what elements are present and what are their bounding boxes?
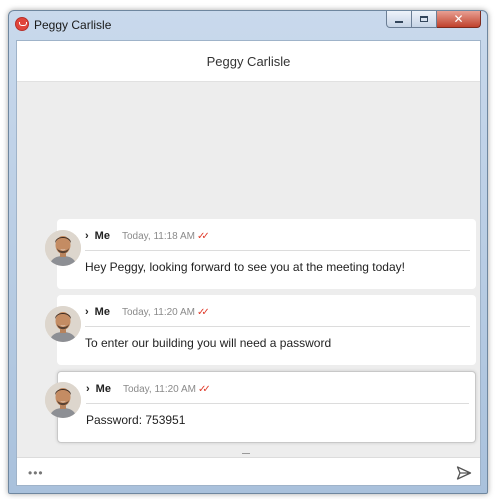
message-sender: Me <box>94 306 110 318</box>
message-divider <box>86 403 469 404</box>
message-sender: Me <box>94 230 110 242</box>
avatar-photo <box>45 230 81 266</box>
chevron-right-icon[interactable]: › <box>85 230 89 242</box>
message-time: Today, 11:18 AM <box>121 230 195 242</box>
avatar[interactable] <box>45 230 81 266</box>
message-divider <box>85 326 470 327</box>
chat-title: Peggy Carlisle <box>206 53 291 69</box>
read-double-check-icon: ✓✓ <box>196 306 210 318</box>
message-time: Today, 11:20 AM <box>121 306 195 318</box>
minimize-button[interactable] <box>386 11 412 28</box>
message-composer[interactable]: ••• <box>17 457 480 485</box>
message-header: › Me Today, 11:18 AM ✓✓ <box>85 228 470 244</box>
read-double-check-icon: ✓✓ <box>197 383 211 395</box>
read-double-check-icon: ✓✓ <box>196 230 210 242</box>
avatar-photo <box>45 382 81 418</box>
app-window: Peggy Carlisle ✕ Peggy Carlisle › Me Tod… <box>8 10 488 494</box>
maximize-icon <box>420 16 428 22</box>
avatar[interactable] <box>45 382 81 418</box>
title-bar[interactable]: Peggy Carlisle ✕ <box>9 11 487 41</box>
maximize-button[interactable] <box>412 11 437 28</box>
chevron-right-icon[interactable]: › <box>86 383 90 395</box>
window-controls: ✕ <box>386 11 481 29</box>
message-bubble[interactable]: › Me Today, 11:18 AM ✓✓ Hey Peggy, looki… <box>57 219 476 289</box>
message-text: To enter our building you will need a pa… <box>85 336 332 350</box>
message-text: Password: 753951 <box>86 413 186 427</box>
avatar-photo <box>45 306 81 342</box>
close-icon: ✕ <box>453 12 464 26</box>
send-icon[interactable] <box>456 465 472 481</box>
window-title: Peggy Carlisle <box>34 18 112 32</box>
app-logo-icon <box>15 17 29 31</box>
chat-panel: Peggy Carlisle › Me Today, 11:18 AM ✓✓ H… <box>16 40 481 486</box>
message-header: › Me Today, 11:20 AM ✓✓ <box>86 381 469 397</box>
avatar[interactable] <box>45 306 81 342</box>
chat-header: Peggy Carlisle <box>17 41 480 82</box>
message-header: › Me Today, 11:20 AM ✓✓ <box>85 304 470 320</box>
message-text: Hey Peggy, looking forward to see you at… <box>85 260 405 274</box>
message-bubble-selected[interactable]: › Me Today, 11:20 AM ✓✓ Password: 753951 <box>57 371 476 443</box>
message-sender: Me <box>95 383 111 395</box>
more-options-icon[interactable]: ••• <box>28 466 44 480</box>
message-divider <box>85 250 470 251</box>
message-time: Today, 11:20 AM <box>122 383 196 395</box>
message-bubble[interactable]: › Me Today, 11:20 AM ✓✓ To enter our bui… <box>57 295 476 365</box>
close-button[interactable]: ✕ <box>437 11 481 28</box>
chevron-right-icon[interactable]: › <box>85 306 89 318</box>
minimize-icon <box>395 21 403 23</box>
